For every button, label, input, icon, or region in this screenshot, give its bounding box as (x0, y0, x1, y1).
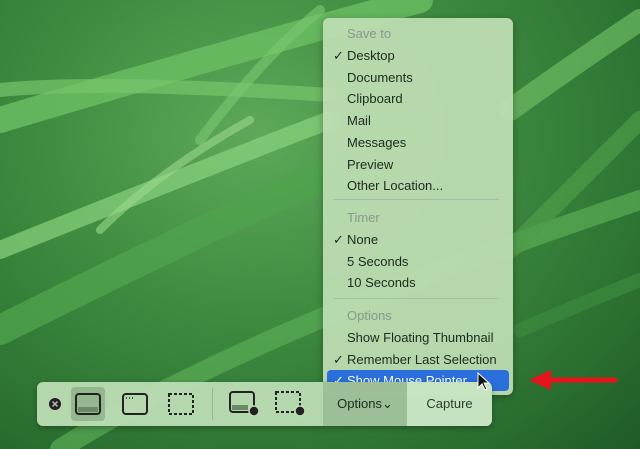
menu-item-label: Documents (347, 69, 413, 85)
menu-item-label: 5 Seconds (347, 253, 409, 269)
menu-item-label: Preview (347, 156, 394, 172)
menu-item-label: Show Floating Thumbnail (347, 330, 494, 345)
menu-item-other-location[interactable]: Other Location... (327, 175, 509, 196)
screenshot-toolbar: Options⌄ Capture (37, 382, 492, 426)
checkmark-icon: ✓ (333, 48, 344, 63)
menu-item-documents[interactable]: Documents (327, 67, 509, 88)
chevron-down-icon: ⌄ (381, 396, 393, 411)
menu-item-label: Other Location... (347, 178, 444, 194)
save-to-header: Save to (347, 26, 392, 41)
options-header: Options (347, 308, 392, 323)
menu-separator (333, 298, 499, 299)
menu-item-5-seconds[interactable]: 5 Seconds (327, 251, 509, 272)
options-button[interactable]: Options⌄ (323, 382, 407, 426)
record-selection-button[interactable] (274, 387, 308, 421)
capture-selection-button[interactable] (164, 387, 198, 421)
menu-item-remember-last-selection[interactable]: ✓ Remember Last Selection (327, 349, 509, 370)
selection-icon (168, 393, 194, 415)
close-icon[interactable] (49, 398, 61, 410)
menu-item-10-seconds[interactable]: 10 Seconds (327, 272, 509, 293)
menu-item-label: Mail (347, 113, 371, 129)
record-screen-button[interactable] (228, 387, 262, 421)
menu-item-label: Remember Last Selection (347, 351, 497, 367)
capture-entire-screen-button[interactable] (71, 387, 105, 421)
menu-item-clipboard[interactable]: Clipboard (327, 88, 509, 109)
window-icon (122, 393, 148, 415)
record-selection-icon (275, 391, 306, 417)
menu-item-label: Clipboard (347, 91, 403, 107)
menu-item-desktop[interactable]: ✓ Desktop (327, 45, 509, 66)
entire-screen-icon (75, 393, 101, 415)
menu-item-show-floating-thumbnail[interactable]: Show Floating Thumbnail (327, 327, 509, 348)
menu-item-label: None (347, 232, 379, 247)
menu-separator (333, 199, 499, 200)
menu-item-messages[interactable]: Messages (327, 132, 509, 153)
timer-header: Timer (347, 210, 380, 225)
menu-item-label: Desktop (347, 48, 395, 63)
checkmark-icon: ✓ (333, 351, 344, 367)
red-arrow-annotation (529, 370, 618, 390)
menu-item-label: 10 Seconds (347, 275, 416, 291)
capture-window-button[interactable] (118, 387, 152, 421)
options-label: Options (337, 396, 382, 411)
menu-item-preview[interactable]: Preview (327, 154, 509, 175)
checkmark-icon: ✓ (333, 232, 344, 247)
menu-item-label: Messages (347, 134, 407, 150)
toolbar-divider (212, 388, 213, 420)
menu-item-mail[interactable]: Mail (327, 110, 509, 131)
options-menu: Save to Timer Options ✓ Desktop Documents C… (323, 18, 513, 395)
menu-item-none[interactable]: ✓ None (327, 229, 509, 250)
mouse-pointer-icon (477, 372, 490, 391)
record-screen-icon (229, 391, 260, 417)
